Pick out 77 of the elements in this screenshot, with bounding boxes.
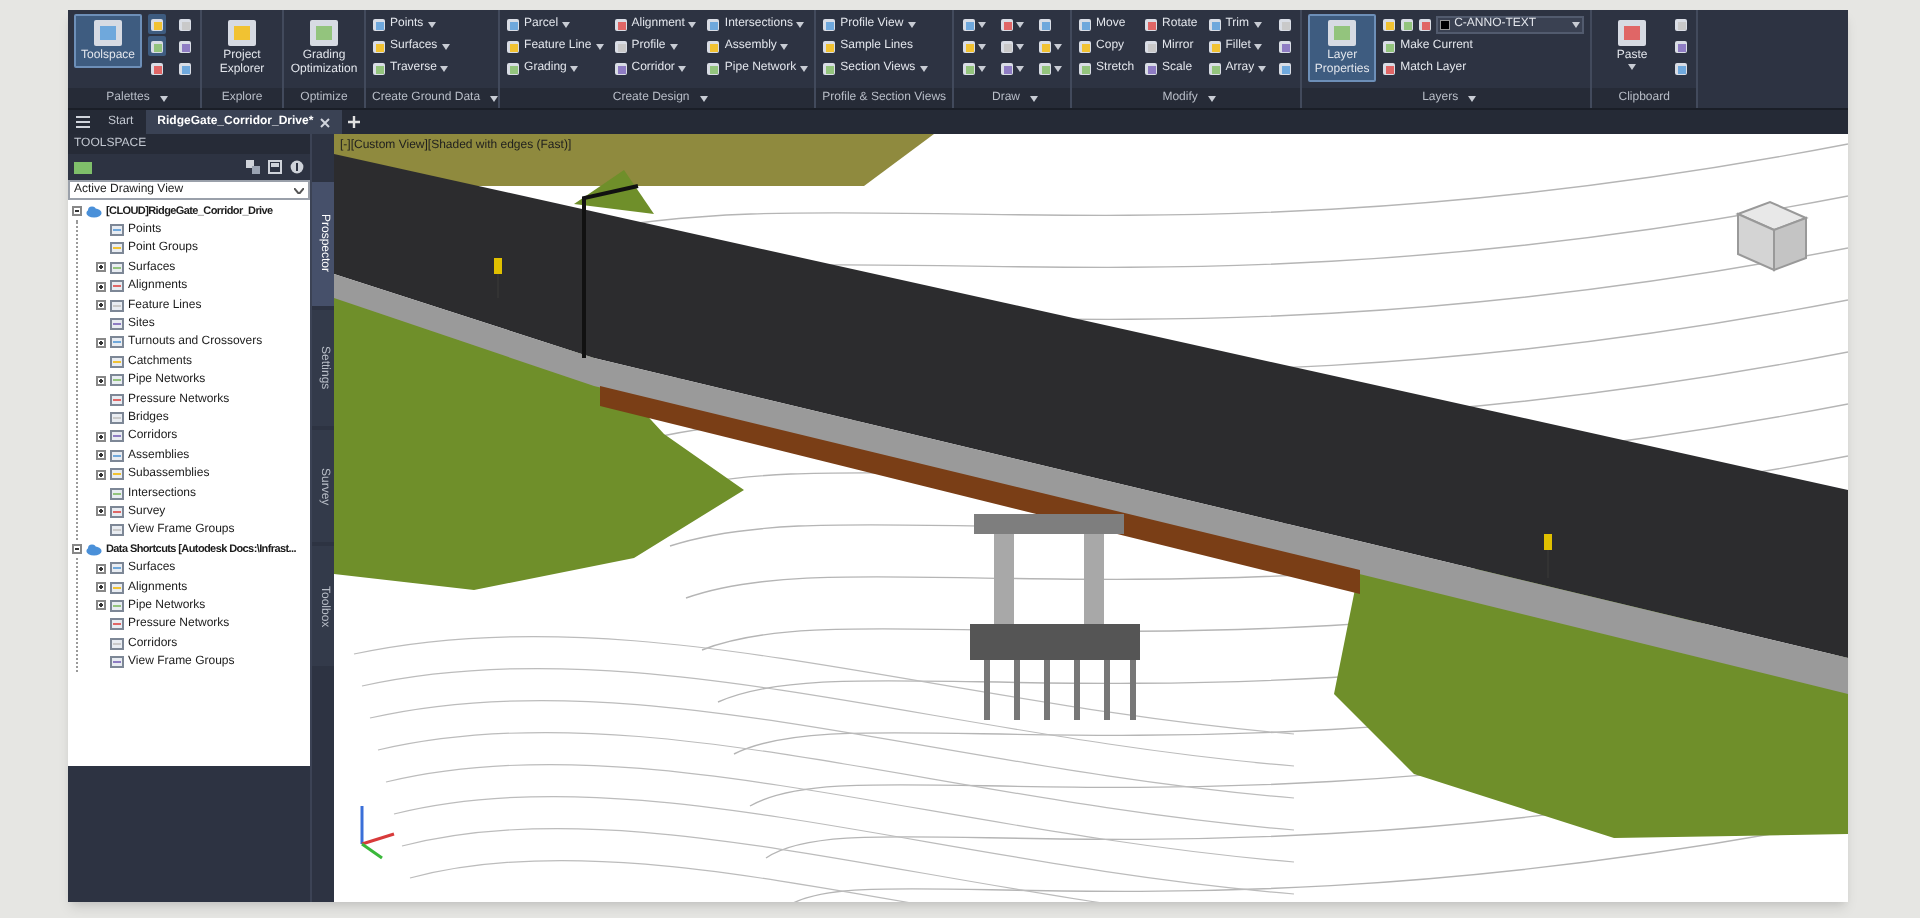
chevron-icon [294,187,304,193]
window-icon [268,160,282,174]
viewcube-icon [1735,200,1809,272]
item-icon [110,562,124,575]
expand-icon [96,431,106,442]
road-sign [494,258,502,299]
expand-icon [96,375,106,386]
expand-icon [96,337,106,348]
icon-button[interactable] [960,36,989,56]
expand-icon [96,582,106,592]
menu-icon [75,116,89,128]
item-icon [110,374,124,387]
tool-icon [226,18,258,48]
expand-icon [96,563,106,574]
icon-button[interactable] [176,36,194,56]
icon-button[interactable] [998,58,1027,78]
icon-button[interactable] [176,58,194,78]
item-icon [110,487,124,500]
icon-button[interactable] [1276,36,1295,56]
expand-icon [96,506,106,517]
item-icon [110,393,124,406]
tool-icon [308,18,340,48]
item-icon [110,505,124,518]
caret-icon [1572,21,1581,27]
item-icon [110,280,124,293]
item-icon [110,430,124,443]
help-icon [290,160,304,174]
cloud-icon [86,543,102,556]
plus-icon [347,116,360,128]
icon-button[interactable] [176,14,194,34]
item-icon [110,355,124,368]
icon-button[interactable] [1672,36,1691,56]
expand-icon [96,262,106,273]
tree-view-icon [246,160,260,174]
item-icon [110,336,124,349]
item-icon [110,618,124,631]
ucs-axis-icon [360,806,395,860]
item-icon [110,318,124,331]
hillside [574,170,654,214]
icon-button[interactable] [148,36,166,56]
layer-color-icon [1440,19,1451,29]
expand-icon [96,600,106,611]
item-icon [110,411,124,424]
icon-button[interactable] [1276,14,1295,34]
icon-button[interactable] [1276,58,1295,78]
item-icon [110,468,124,481]
item-icon [110,299,124,312]
expand-icon [96,450,106,461]
expand-icon [96,300,106,311]
tool-icon [1616,18,1649,48]
cloud-icon [86,205,102,218]
layer-icon [74,161,92,173]
icon-button[interactable] [148,14,166,34]
item-icon [110,656,124,669]
item-icon [110,637,124,650]
icon-button[interactable] [960,58,989,78]
item-icon [110,261,124,274]
item-icon [110,599,124,612]
icon-button[interactable] [148,58,166,78]
icon-button[interactable] [998,14,1027,34]
close-icon [319,117,330,127]
tool-icon [92,18,124,48]
icon-button[interactable] [960,14,989,34]
item-icon [110,224,124,237]
expand-icon [96,281,106,292]
item-icon [110,524,124,537]
item-icon [110,242,124,255]
icon-button[interactable] [1036,58,1065,78]
icon-button[interactable] [1672,58,1691,78]
expand-icon [96,469,106,480]
item-icon [110,449,124,462]
road-sign [1544,534,1552,579]
item-icon [110,581,124,593]
icon-button[interactable] [998,36,1027,56]
icon-button[interactable] [1672,14,1691,34]
icon-button[interactable] [1036,36,1065,56]
tool-icon [1326,18,1359,48]
